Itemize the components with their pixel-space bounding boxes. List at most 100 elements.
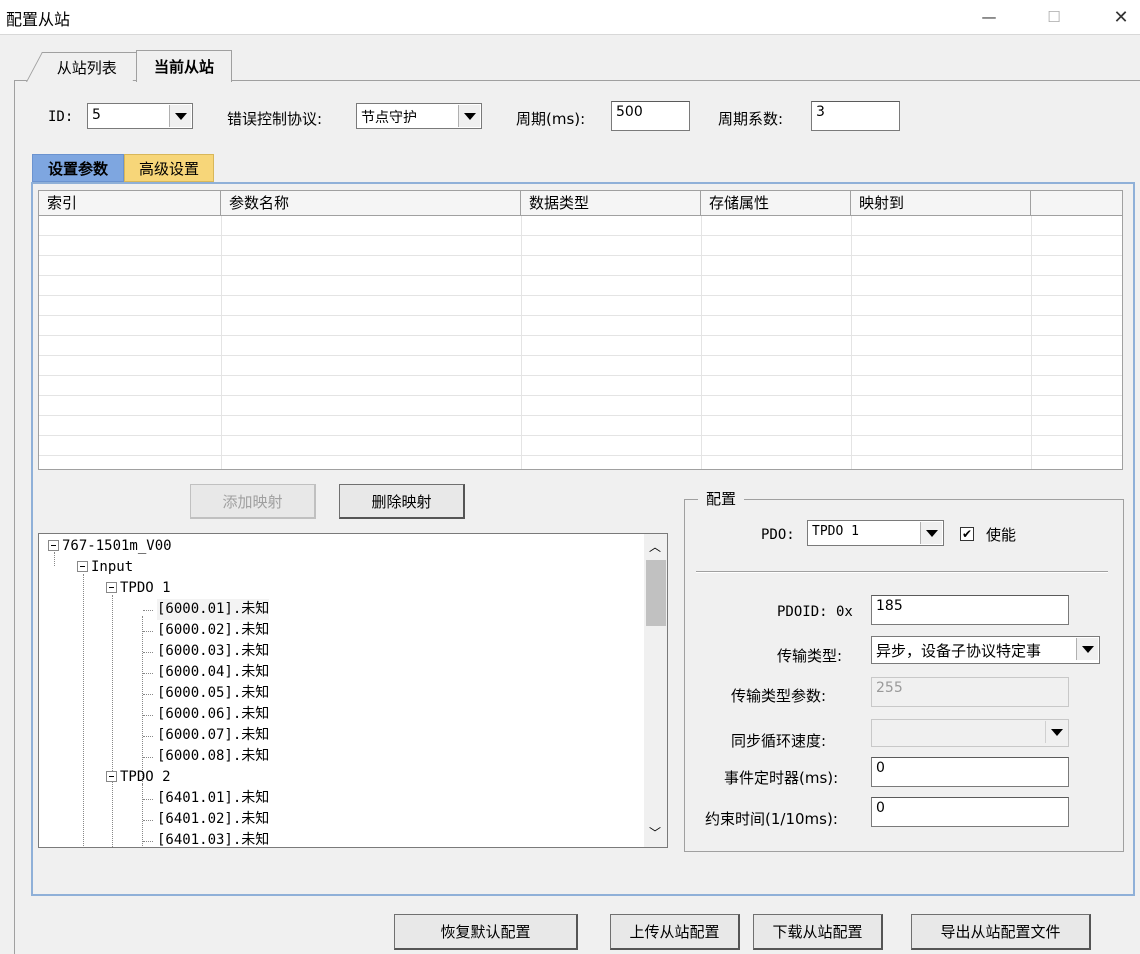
- column-header-data-type[interactable]: 数据类型: [521, 191, 701, 216]
- table-row[interactable]: [39, 216, 1122, 236]
- table-row[interactable]: [39, 236, 1122, 256]
- trans-param-label: 传输类型参数:: [731, 687, 827, 705]
- collapse-icon[interactable]: [48, 540, 59, 551]
- enable-checkbox[interactable]: ✔: [960, 527, 974, 541]
- delete-mapping-button[interactable]: 删除映射: [339, 484, 465, 519]
- tree-node-input[interactable]: Input: [77, 557, 133, 578]
- restore-default-button[interactable]: 恢复默认配置: [394, 914, 578, 950]
- pdoid-label: PDOID: 0x: [777, 604, 853, 620]
- tree-connector: [143, 673, 153, 674]
- table-row[interactable]: [39, 276, 1122, 296]
- download-config-button[interactable]: 下载从站配置: [753, 914, 883, 950]
- add-mapping-button[interactable]: 添加映射: [190, 484, 316, 519]
- table-row[interactable]: [39, 376, 1122, 396]
- export-config-button[interactable]: 导出从站配置文件: [911, 914, 1091, 950]
- enable-label: 使能: [986, 526, 1017, 544]
- chevron-down-icon[interactable]: [169, 105, 191, 127]
- protocol-select[interactable]: 节点守护: [356, 103, 482, 129]
- close-button[interactable]: ✕: [1098, 0, 1140, 34]
- table-row[interactable]: [39, 436, 1122, 456]
- collapse-icon[interactable]: [77, 561, 88, 572]
- tree-connector: [143, 736, 153, 737]
- chevron-down-icon[interactable]: [1076, 638, 1098, 660]
- table-row[interactable]: [39, 316, 1122, 336]
- column-header-index[interactable]: 索引: [39, 191, 221, 216]
- table-row[interactable]: [39, 256, 1122, 276]
- tree-scrollbar-thumb[interactable]: [646, 560, 666, 626]
- collapse-icon[interactable]: [106, 582, 117, 593]
- pdo-select-value: TPDO 1: [812, 524, 859, 539]
- object-tree[interactable]: 767-1501m_V00 Input TPDO 1 [6000.01].未知 …: [38, 533, 668, 848]
- table-row[interactable]: [39, 356, 1122, 376]
- parameter-grid[interactable]: 索引 参数名称 数据类型 存储属性 映射到: [38, 190, 1123, 470]
- tree-connector: [143, 631, 153, 632]
- trans-type-label: 传输类型:: [777, 647, 843, 665]
- sync-speed-select[interactable]: [871, 719, 1069, 747]
- scroll-up-icon[interactable]: ︿: [649, 538, 661, 555]
- tree-connector: [143, 715, 153, 716]
- tree-connector: [143, 820, 153, 821]
- chevron-down-icon[interactable]: [1045, 721, 1067, 743]
- tree-leaf[interactable]: [6000.01].未知: [157, 599, 270, 620]
- pdo-select[interactable]: TPDO 1: [807, 520, 944, 546]
- tree-connector: [143, 694, 153, 695]
- trans-type-select[interactable]: 异步，设备子协议特定事: [871, 636, 1100, 664]
- tree-node-tpdo2[interactable]: TPDO 2: [106, 767, 171, 788]
- event-timer-label: 事件定时器(ms):: [724, 769, 839, 787]
- tree-leaf[interactable]: [6401.02].未知: [157, 809, 269, 830]
- table-row[interactable]: [39, 296, 1122, 316]
- tab-settings-params[interactable]: 设置参数: [32, 154, 124, 182]
- tree-connector: [83, 574, 84, 847]
- table-row[interactable]: [39, 336, 1122, 356]
- chevron-down-icon[interactable]: [920, 522, 942, 544]
- chevron-down-icon[interactable]: [458, 105, 480, 127]
- table-row[interactable]: [39, 396, 1122, 416]
- tree-node-tpdo1[interactable]: TPDO 1: [106, 578, 171, 599]
- inhibit-time-label: 约束时间(1/10ms):: [705, 810, 838, 828]
- tree-connector: [143, 757, 153, 758]
- tree-node-root[interactable]: 767-1501m_V00: [48, 536, 172, 557]
- scroll-down-icon[interactable]: ﹀: [649, 824, 661, 841]
- tab-slave-list[interactable]: 从站列表: [26, 52, 148, 82]
- tab-current-slave-label: 当前从站: [153, 58, 214, 76]
- collapse-icon[interactable]: [106, 771, 117, 782]
- tree-leaf[interactable]: [6000.05].未知: [157, 683, 269, 704]
- tree-leaf[interactable]: [6401.01].未知: [157, 788, 269, 809]
- trans-param-input[interactable]: 255: [871, 677, 1069, 707]
- config-group-title: 配置: [698, 488, 745, 509]
- column-header-extra[interactable]: [1031, 191, 1122, 216]
- minimize-button[interactable]: —: [966, 0, 1012, 34]
- tree-leaf[interactable]: [6000.08].未知: [157, 746, 269, 767]
- tab-current-slave[interactable]: 当前从站: [136, 50, 232, 82]
- tree-leaf[interactable]: [6401.03].未知: [157, 830, 269, 847]
- tree-leaf[interactable]: [6000.07].未知: [157, 725, 269, 746]
- pdo-label: PDO:: [761, 527, 795, 543]
- protocol-label: 错误控制协议:: [227, 110, 323, 128]
- tree-leaf[interactable]: [6000.04].未知: [157, 662, 269, 683]
- tree-leaf[interactable]: [6000.06].未知: [157, 704, 269, 725]
- pdoid-input[interactable]: 185: [871, 595, 1069, 625]
- upload-config-button[interactable]: 上传从站配置: [610, 914, 740, 950]
- tree-leaf[interactable]: [6000.02].未知: [157, 620, 269, 641]
- inhibit-time-input[interactable]: 0: [871, 797, 1069, 827]
- tree-connector: [142, 616, 143, 786]
- tree-leaf[interactable]: [6000.03].未知: [157, 641, 269, 662]
- column-header-param-name[interactable]: 参数名称: [221, 191, 521, 216]
- period-input[interactable]: 500: [611, 101, 690, 131]
- factor-input[interactable]: 3: [811, 101, 900, 131]
- tree-connector: [142, 784, 143, 847]
- maximize-button[interactable]: ☐: [1031, 0, 1077, 34]
- table-row[interactable]: [39, 416, 1122, 436]
- id-label: ID:: [48, 109, 74, 125]
- event-timer-input[interactable]: 0: [871, 757, 1069, 787]
- column-header-storage[interactable]: 存储属性: [701, 191, 851, 216]
- id-select[interactable]: 5: [87, 103, 193, 129]
- tree-node-tpdo1-label: TPDO 1: [120, 580, 171, 596]
- tab-slave-list-label: 从站列表: [57, 59, 118, 77]
- column-header-mapped-to[interactable]: 映射到: [851, 191, 1031, 216]
- tab-advanced-settings-label: 高级设置: [138, 159, 199, 178]
- id-select-value: 5: [92, 107, 101, 123]
- tab-advanced-settings[interactable]: 高级设置: [124, 154, 214, 182]
- tree-node-tpdo2-label: TPDO 2: [120, 769, 171, 785]
- tree-node-root-label: 767-1501m_V00: [62, 538, 172, 554]
